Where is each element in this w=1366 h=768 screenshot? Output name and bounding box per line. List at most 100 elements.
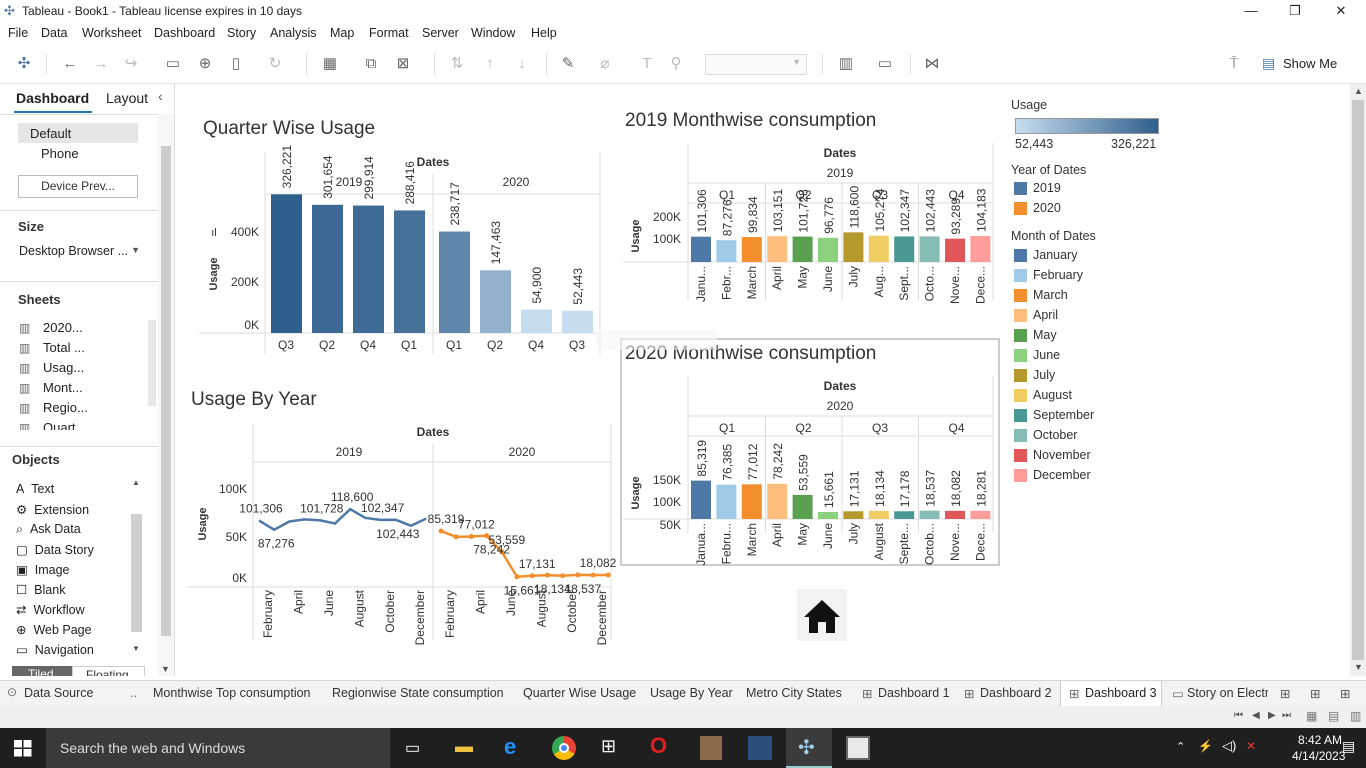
volume-icon[interactable]: ◁) [1222, 738, 1236, 754]
menu-story[interactable]: Story [227, 26, 256, 40]
new-datasource-icon[interactable]: ⊕ [195, 54, 215, 74]
legend-month-item[interactable]: June [1033, 348, 1060, 362]
group-icon[interactable]: ⌀ [595, 54, 615, 74]
share-icon[interactable]: ⋈ [922, 54, 942, 74]
new-dashboard-tab-icon[interactable]: ⊞ [1310, 686, 1320, 701]
legend-month-item[interactable]: October [1033, 428, 1077, 442]
tab-dashboard[interactable]: Dashboard [16, 90, 89, 106]
size-dropdown[interactable]: Desktop Browser ... ▼ [18, 242, 140, 260]
menu-window[interactable]: Window [471, 26, 515, 40]
scroll-down-icon[interactable]: ▼ [132, 644, 140, 653]
sheet-item[interactable]: 2020... [43, 320, 83, 335]
object-blank[interactable]: Blank [34, 583, 65, 597]
format-painter-icon[interactable]: ⍑ [1224, 54, 1244, 74]
object-text[interactable]: Text [31, 482, 54, 496]
next-sheet-icon[interactable]: ▶ [1268, 710, 1276, 721]
chrome-icon[interactable] [552, 736, 576, 760]
legend-swatch[interactable] [1014, 249, 1027, 262]
fit-dropdown[interactable]: ▼ [705, 54, 807, 75]
device-preview-button[interactable]: Device Prev... [18, 175, 138, 198]
menu-format[interactable]: Format [369, 26, 409, 40]
restore-icon[interactable]: ❐ [1272, 0, 1318, 22]
tab-dashboard-2[interactable]: Dashboard 2 [980, 686, 1052, 700]
pause-updates-icon[interactable]: ▯ [226, 54, 246, 74]
last-sheet-icon[interactable]: ⏭ [1282, 710, 1291, 721]
menu-worksheet[interactable]: Worksheet [82, 26, 142, 40]
sheet-sorter-icon[interactable]: ▦ [1306, 709, 1317, 723]
labels-icon[interactable]: T [637, 54, 657, 74]
tab-story[interactable]: ▭ Story on Electr [1162, 681, 1268, 706]
prev-sheet-icon[interactable]: ◀ [1252, 710, 1260, 721]
app-icon[interactable] [748, 736, 772, 760]
legend-month-item[interactable]: February [1033, 268, 1083, 282]
opera-icon[interactable]: O [650, 733, 667, 759]
clear-icon[interactable]: ⊠ [393, 54, 413, 74]
menu-help[interactable]: Help [531, 26, 557, 40]
minimize-icon[interactable]: — [1228, 0, 1274, 22]
swap-icon[interactable]: ⇅ [447, 54, 467, 74]
tab-data-source[interactable]: Data Source [24, 686, 93, 700]
new-worksheet-tab-icon[interactable]: ⊞ [1280, 686, 1290, 701]
legend-swatch[interactable] [1014, 182, 1027, 195]
menu-map[interactable]: Map [330, 26, 354, 40]
object-ask-data[interactable]: Ask Data [30, 522, 81, 536]
refresh-icon[interactable]: ↻ [265, 54, 285, 74]
legend-month-item[interactable]: March [1033, 288, 1068, 302]
pin-icon[interactable]: ⚲ [666, 54, 686, 74]
tab-metro-city[interactable]: Metro City States [746, 686, 842, 700]
tab-dashboard-3-active[interactable]: ⊞ Dashboard 3 [1060, 681, 1162, 706]
network-icon[interactable]: ⚡ [1198, 739, 1213, 753]
duplicate-icon[interactable]: ⧉ [361, 54, 381, 74]
legend-month-item[interactable]: July [1033, 368, 1055, 382]
object-navigation[interactable]: Navigation [35, 643, 94, 657]
sort-descending-icon[interactable]: ↓ [512, 54, 532, 74]
legend-swatch[interactable] [1014, 369, 1027, 382]
redo-icon[interactable]: → [91, 54, 111, 74]
objects-scrollbar[interactable] [131, 514, 142, 632]
menu-analysis[interactable]: Analysis [270, 26, 317, 40]
close-icon[interactable]: ✕ [1318, 0, 1364, 22]
legend-year-item[interactable]: 2020 [1033, 201, 1061, 215]
sheet-item[interactable]: Usag... [43, 360, 84, 375]
sheet-item[interactable]: Total ... [43, 340, 85, 355]
tab-quarter-wise[interactable]: Quarter Wise Usage [523, 686, 636, 700]
canvas-scrollbar[interactable]: ▲ ▼ [1350, 84, 1366, 676]
sheet-item[interactable]: Mont... [43, 380, 83, 395]
legend-year-item[interactable]: 2019 [1033, 181, 1061, 195]
filmstrip-icon[interactable]: ▤ [1328, 709, 1339, 723]
sort-ascending-icon[interactable]: ↑ [480, 54, 500, 74]
legend-swatch[interactable] [1014, 202, 1027, 215]
legend-month-item[interactable]: January [1033, 248, 1077, 262]
legend-month-item[interactable]: April [1033, 308, 1058, 322]
usage-color-ramp[interactable] [1015, 118, 1159, 134]
replay-icon[interactable]: ↪ [121, 54, 141, 74]
new-story-tab-icon[interactable]: ⊞ [1340, 686, 1350, 701]
highlight-icon[interactable]: ✎ [558, 54, 578, 74]
object-extension[interactable]: Extension [34, 503, 89, 517]
store-icon[interactable]: ⊞ [601, 736, 616, 757]
legend-swatch[interactable] [1014, 349, 1027, 362]
legend-month-item[interactable]: November [1033, 448, 1091, 462]
app-k-icon[interactable] [846, 736, 870, 760]
media-app-icon[interactable] [700, 736, 722, 760]
collapse-pane-icon[interactable]: ‹ [158, 88, 163, 104]
legend-month-item[interactable]: May [1033, 328, 1057, 342]
tiled-toggle[interactable]: Tiled [12, 666, 72, 676]
edge-icon[interactable]: e [504, 734, 516, 760]
menu-dashboard[interactable]: Dashboard [154, 26, 215, 40]
legend-month-item[interactable]: August [1033, 388, 1072, 402]
device-default[interactable]: Default [18, 123, 138, 143]
legend-swatch[interactable] [1014, 409, 1027, 422]
tab-regionwise[interactable]: Regionwise State consumption [332, 686, 504, 700]
menu-data[interactable]: Data [41, 26, 67, 40]
pane-scrollbar[interactable]: ▼ [158, 114, 174, 676]
legend-month-item[interactable]: September [1033, 408, 1094, 422]
scroll-up-icon[interactable]: ▲ [132, 478, 140, 487]
tab-usage-by-year[interactable]: Usage By Year [650, 686, 733, 700]
task-view-icon[interactable]: ▭ [405, 738, 420, 758]
legend-swatch[interactable] [1014, 449, 1027, 462]
tab-dashboard-1[interactable]: Dashboard 1 [878, 686, 950, 700]
object-workflow[interactable]: Workflow [33, 603, 84, 617]
first-sheet-icon[interactable]: ⏮ [1234, 710, 1243, 721]
home-button[interactable] [797, 589, 847, 641]
